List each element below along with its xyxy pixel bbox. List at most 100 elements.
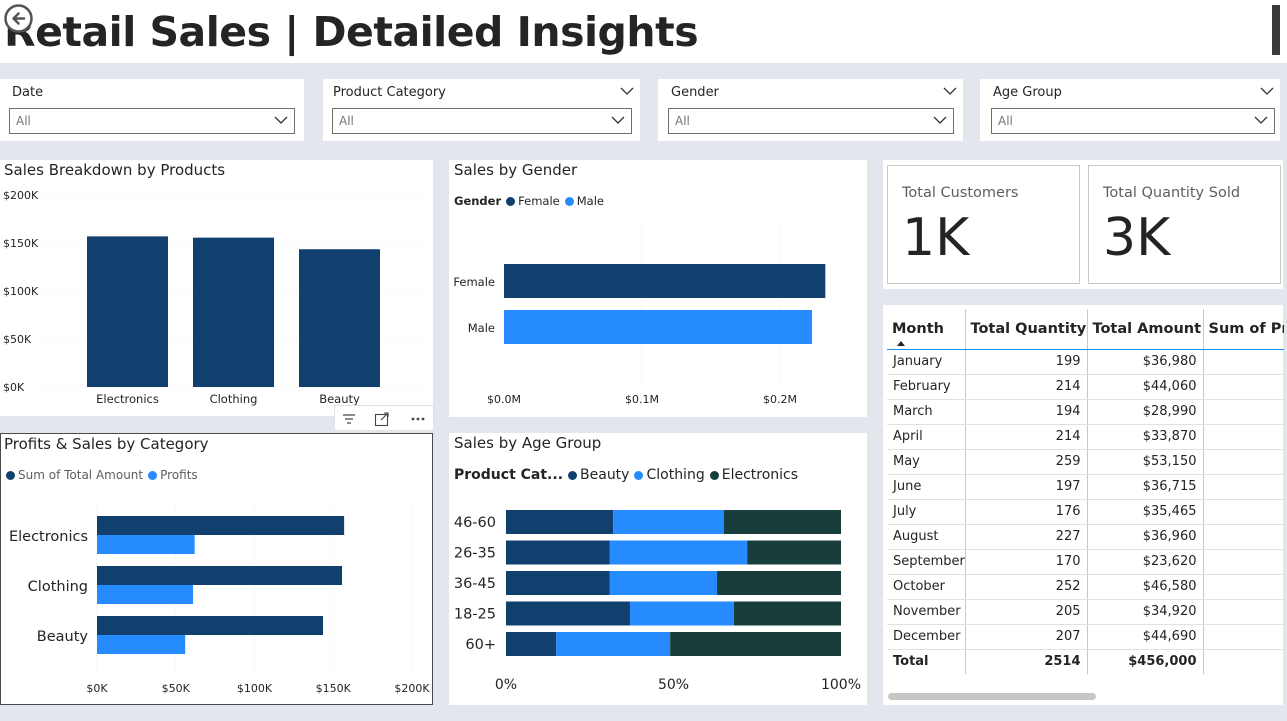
products-bar-chart: $200K $150K $100K $50K $0K Electronics Clothin… xyxy=(3,189,428,406)
cell-amount: $46,580 xyxy=(1087,574,1204,600)
cell-quantity: 199 xyxy=(965,349,1088,375)
slicer-label: Age Group xyxy=(993,85,1062,100)
cell-amount: $33,870 xyxy=(1087,424,1204,450)
cell-amount: $28,990 xyxy=(1087,399,1204,425)
focus-mode-icon[interactable] xyxy=(374,411,390,427)
bar-profits xyxy=(97,585,194,604)
card-label: Total Quantity Sold xyxy=(1103,185,1241,201)
x-tick-label: Electronics xyxy=(96,392,159,406)
cell-profit xyxy=(1203,474,1284,500)
bar-segment xyxy=(609,540,748,565)
kpi-cards-area: Total Customers 1K Total Quantity Sold 3… xyxy=(883,160,1283,289)
title-bar: Retail Sales | Detailed Insights xyxy=(0,0,1287,63)
age-chart-panel[interactable]: Sales by Age Group Product Cat... Beauty… xyxy=(449,433,867,705)
cell-quantity: 205 xyxy=(965,599,1088,625)
table-row: January 199 $36,980 xyxy=(887,349,1284,375)
profits-chart-panel[interactable]: Profits & Sales by Category Sum of Total… xyxy=(0,433,433,705)
x-tick-label: $50K xyxy=(162,682,191,695)
product-category-dropdown[interactable]: All xyxy=(332,108,632,134)
gender-chart-panel[interactable]: Sales by Gender Gender Female Male $0.0M… xyxy=(449,160,867,417)
horizontal-scrollbar[interactable] xyxy=(888,693,1096,700)
table-row: August 227 $36,960 xyxy=(887,524,1284,550)
chevron-down-icon[interactable] xyxy=(1260,86,1274,96)
bar xyxy=(193,237,274,387)
cell-amount: $35,465 xyxy=(1087,499,1204,525)
bar-segment xyxy=(506,540,610,565)
age-stacked-bar-chart: 0% 50% 100% 46-60 26-35 36-45 18-25 60+ xyxy=(454,510,861,693)
cell-month: May xyxy=(887,449,966,475)
bar-segment xyxy=(717,571,841,595)
bar-profits xyxy=(97,635,186,654)
filter-icon[interactable] xyxy=(341,411,357,427)
cell-profit xyxy=(1203,499,1284,525)
total-cell-label: Total xyxy=(887,648,966,674)
slicer-product-category[interactable]: Product Category All xyxy=(323,79,640,141)
date-dropdown[interactable]: All xyxy=(9,108,295,134)
bar-segment xyxy=(747,540,841,565)
cell-quantity: 197 xyxy=(965,474,1088,500)
column-header-quantity[interactable]: Total Quantity xyxy=(965,309,1088,350)
y-tick-label: Electronics xyxy=(9,529,88,545)
y-tick-label: Female xyxy=(453,275,495,289)
card-value: 3K xyxy=(1103,208,1171,268)
slicer-gender[interactable]: Gender All xyxy=(658,79,963,141)
column-header-profit[interactable]: Sum of Pr xyxy=(1203,309,1284,350)
cell-profit xyxy=(1203,624,1284,650)
cell-quantity: 194 xyxy=(965,399,1088,425)
cell-profit xyxy=(1203,599,1284,625)
table-viewport: Month Total Quantity Total Amount Sum of… xyxy=(887,309,1284,677)
age-group-dropdown[interactable]: All xyxy=(991,108,1275,134)
column-header-amount[interactable]: Total Amount xyxy=(1087,309,1204,350)
cell-quantity: 259 xyxy=(965,449,1088,475)
cell-amount: $36,980 xyxy=(1087,349,1204,375)
chevron-down-icon[interactable] xyxy=(943,86,957,96)
slicer-age-group[interactable]: Age Group All xyxy=(980,79,1280,141)
back-arrow-icon[interactable] xyxy=(3,3,34,34)
card-total-quantity: Total Quantity Sold 3K xyxy=(1088,165,1281,284)
x-tick-label: $100K xyxy=(237,682,273,695)
cell-amount: $44,060 xyxy=(1087,374,1204,400)
products-chart-panel[interactable]: Sales Breakdown by Products $200K $150K $1… xyxy=(0,160,433,416)
cell-amount: $53,150 xyxy=(1087,449,1204,475)
x-tick-label: 50% xyxy=(658,677,689,693)
table-row: October 252 $46,580 xyxy=(887,574,1284,600)
dropdown-value: All xyxy=(16,114,31,128)
x-tick-label: $200K xyxy=(394,682,430,695)
card-value: 1K xyxy=(902,208,970,268)
cell-quantity: 214 xyxy=(965,374,1088,400)
column-header-month[interactable]: Month xyxy=(887,309,966,350)
bar-segment xyxy=(506,510,614,534)
cell-quantity: 227 xyxy=(965,524,1088,550)
total-cell-profit xyxy=(1203,648,1284,674)
monthly-table-panel[interactable]: Month Total Quantity Total Amount Sum of… xyxy=(883,305,1284,705)
cell-profit xyxy=(1203,549,1284,575)
cell-amount: $34,920 xyxy=(1087,599,1204,625)
bar-segment xyxy=(733,601,841,626)
y-tick-label: Clothing xyxy=(28,579,88,595)
table-row: July 176 $35,465 xyxy=(887,499,1284,525)
table-row: March 194 $28,990 xyxy=(887,399,1284,425)
page-title: Retail Sales | Detailed Insights xyxy=(4,8,699,56)
bar-segment xyxy=(506,632,557,656)
cell-profit xyxy=(1203,399,1284,425)
bar xyxy=(299,249,380,387)
table-row: May 259 $53,150 xyxy=(887,449,1284,475)
table-row: April 214 $33,870 xyxy=(887,424,1284,450)
slicer-label: Gender xyxy=(671,85,719,100)
chevron-down-icon xyxy=(933,116,947,124)
cell-month: January xyxy=(887,349,966,375)
slicer-date[interactable]: Date All xyxy=(0,79,304,141)
cell-profit xyxy=(1203,524,1284,550)
bar xyxy=(504,310,812,344)
card-label: Total Customers xyxy=(902,185,1019,201)
chevron-down-icon[interactable] xyxy=(620,86,634,96)
scrollbar-thumb[interactable] xyxy=(1272,5,1280,55)
cell-month: June xyxy=(887,474,966,500)
sort-ascending-icon xyxy=(897,341,905,346)
cell-month: April xyxy=(887,424,966,450)
more-options-icon[interactable] xyxy=(409,411,427,427)
bar xyxy=(87,236,168,387)
cell-amount: $44,690 xyxy=(1087,624,1204,650)
gender-dropdown[interactable]: All xyxy=(668,108,954,134)
bar-profits xyxy=(97,535,195,554)
